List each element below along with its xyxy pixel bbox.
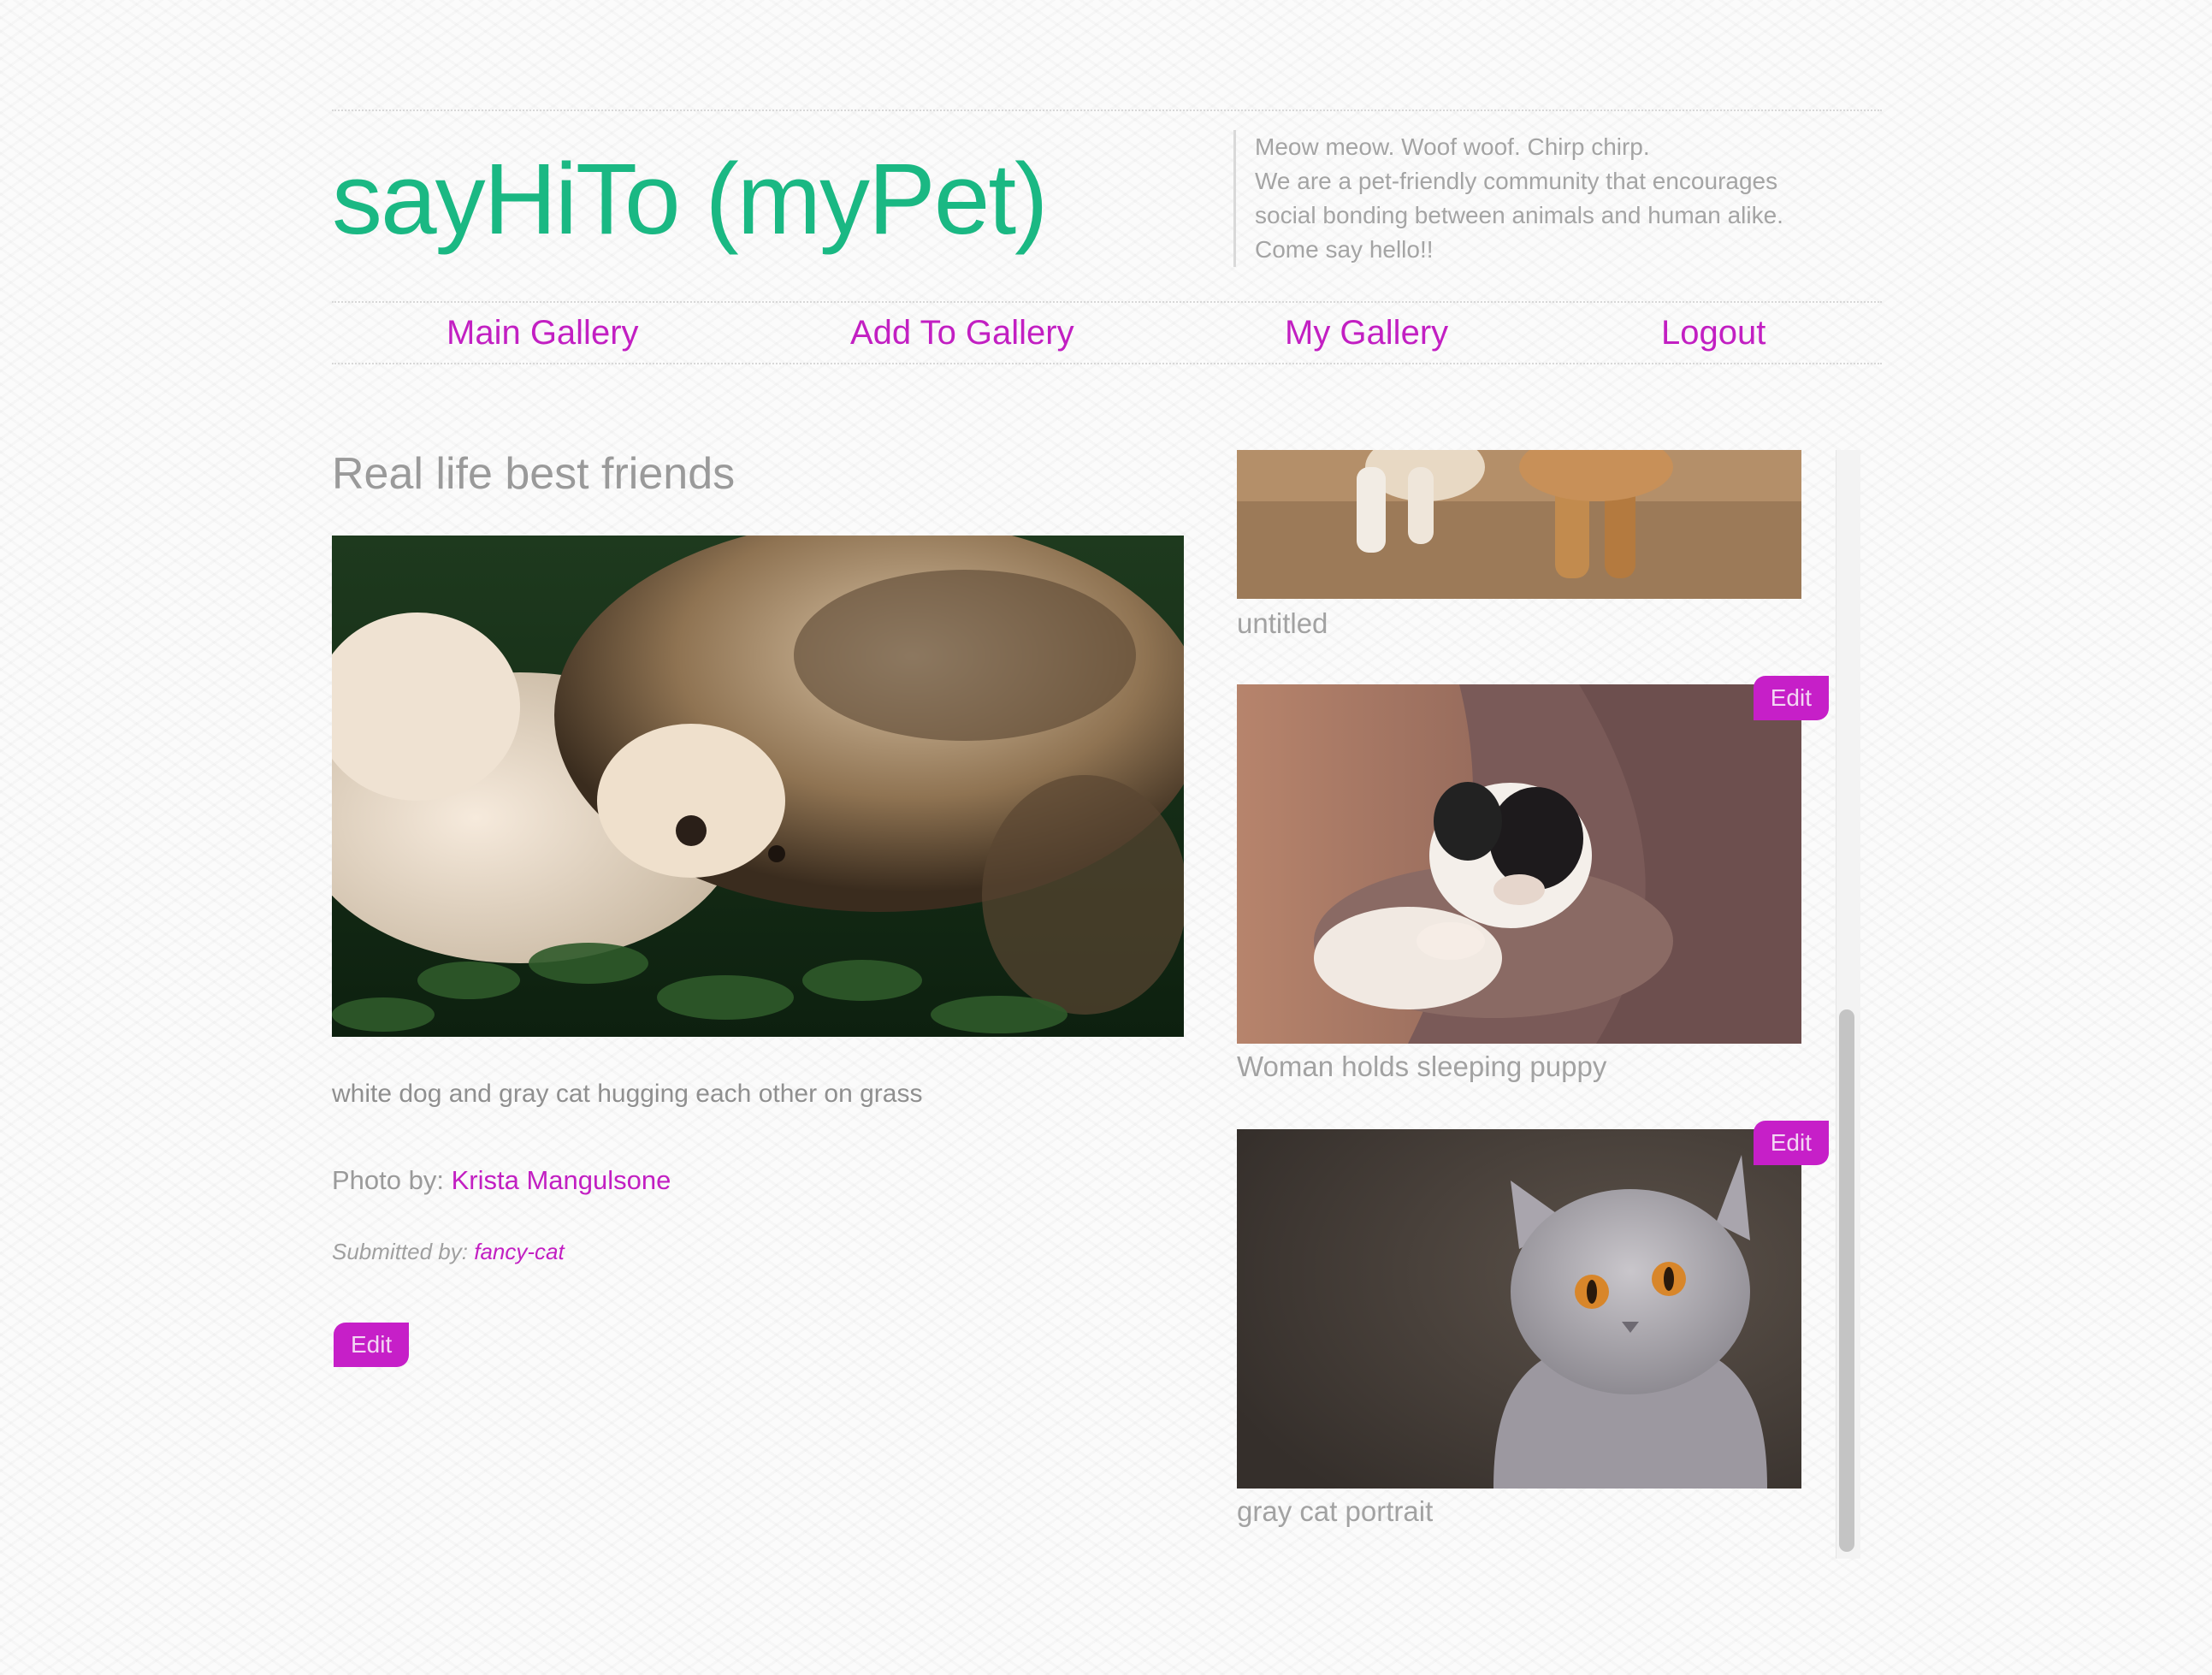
nav-my-gallery[interactable]: My Gallery bbox=[1285, 311, 1448, 355]
gallery-caption: gray cat portrait bbox=[1237, 1495, 1434, 1527]
edit-post-button[interactable]: Edit bbox=[334, 1323, 410, 1367]
gallery-caption: Woman holds sleeping puppy bbox=[1237, 1051, 1607, 1082]
tagline-line: Come say hello!! bbox=[1255, 236, 1434, 263]
submitter-link[interactable]: fancy-cat bbox=[474, 1239, 565, 1264]
tagline-line: social bonding between animals and human… bbox=[1255, 202, 1783, 228]
gallery-photo[interactable] bbox=[1237, 684, 1801, 1044]
nav-main-gallery[interactable]: Main Gallery bbox=[447, 311, 639, 355]
post-title: Real life best friends bbox=[332, 449, 736, 499]
edit-item-button[interactable]: Edit bbox=[1753, 1121, 1829, 1165]
photographer-link[interactable]: Krista Mangulsone bbox=[452, 1165, 671, 1195]
main-nav: Main Gallery Add To Gallery My Gallery L… bbox=[332, 304, 1882, 362]
photo-credit: Photo by: Krista Mangulsone bbox=[332, 1165, 671, 1196]
nav-logout[interactable]: Logout bbox=[1661, 311, 1765, 355]
site-title[interactable]: sayHiTo (myPet) bbox=[332, 144, 1048, 255]
photo-by-label: Photo by: bbox=[332, 1165, 444, 1195]
gallery-scrollbar-thumb[interactable] bbox=[1839, 1009, 1854, 1552]
submitted-by: Submitted by: fancy-cat bbox=[332, 1239, 565, 1265]
tagline-line: Meow meow. Woof woof. Chirp chirp. bbox=[1255, 133, 1650, 160]
gallery-caption: untitled bbox=[1237, 607, 1328, 639]
gallery-photo[interactable] bbox=[1237, 1129, 1801, 1489]
header-divider bbox=[332, 109, 1882, 111]
site-tagline: Meow meow. Woof woof. Chirp chirp. We ar… bbox=[1233, 130, 1871, 267]
gallery-photo[interactable] bbox=[1237, 450, 1801, 599]
submitted-by-label: Submitted by: bbox=[332, 1239, 468, 1264]
gallery-sidebar[interactable]: untitled Woman holds sleeping puppy Edit… bbox=[1237, 450, 1836, 1562]
page-container: sayHiTo (myPet) Meow meow. Woof woof. Ch… bbox=[332, 0, 1882, 1675]
post-description: white dog and gray cat hugging each othe… bbox=[332, 1080, 923, 1108]
edit-item-button[interactable]: Edit bbox=[1753, 676, 1829, 720]
nav-add-to-gallery[interactable]: Add To Gallery bbox=[850, 311, 1074, 355]
nav-divider-bottom bbox=[332, 363, 1882, 364]
post-photo bbox=[332, 536, 1184, 1037]
nav-divider-top bbox=[332, 301, 1882, 303]
tagline-line: We are a pet-friendly community that enc… bbox=[1255, 168, 1778, 194]
